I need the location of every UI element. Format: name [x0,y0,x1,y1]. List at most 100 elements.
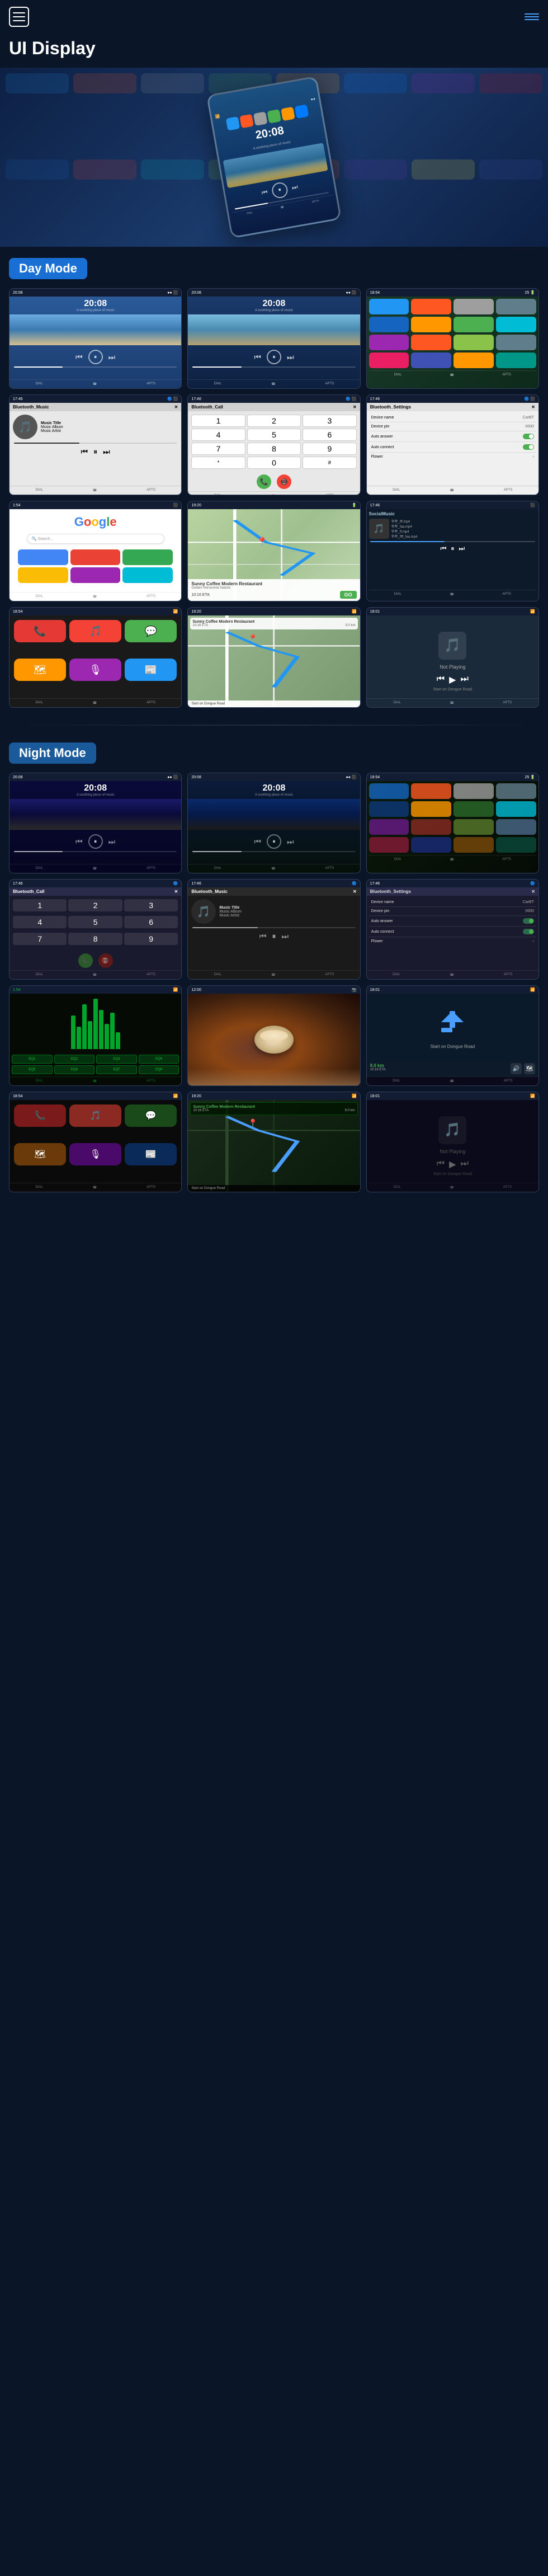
app-extra5[interactable] [411,352,451,368]
night-app-16[interactable] [496,837,536,853]
night-num-2[interactable]: 2 [68,899,122,911]
go-button[interactable]: GO [340,591,357,599]
night-apps-screen[interactable]: 18:5425 🔋 [366,773,539,873]
app-extra3[interactable] [496,335,536,350]
night-num-9[interactable]: 9 [124,933,178,945]
night-num-6[interactable]: 6 [124,916,178,928]
num-4[interactable]: 4 [191,429,245,441]
night-cp-news[interactable]: 📰 [125,1143,177,1165]
social-music-screen[interactable]: 17:46⬛ SocialMusic 🎵 华年_fff.mp4 华年_faa.m… [366,501,539,601]
np-play[interactable]: ▶ [449,674,456,685]
night-play-2[interactable]: ⏸ [267,834,281,849]
cp-app-2[interactable] [70,549,121,565]
night-music-1[interactable]: 20:08●● ⬛ 20:08 A soothing piece of musi… [9,773,182,873]
num-9[interactable]: 9 [303,443,356,455]
night-music-2[interactable]: 20:08●● ⬛ 20:08 A soothing piece of musi… [187,773,360,873]
night-bt-settings[interactable]: 17:46🔵 Bluetooth_Settings ✕ Device name … [366,879,539,980]
night-np-prev[interactable]: ⏮ [437,1159,445,1170]
bt-call-screen[interactable]: 17:46🔵 ⬛ Bluetooth_Call ✕ 1 2 3 4 5 6 [187,394,360,495]
call-btn[interactable]: 📞 [257,474,271,489]
app-phone[interactable] [453,317,494,332]
google-search[interactable]: 🔍 Search... [27,534,164,544]
night-np-next[interactable]: ⏭ [460,1159,468,1170]
bt-music-screen[interactable]: 17:46🔵 ⬛ Bluetooth_Music ✕ 🎵 Music Title… [9,394,182,495]
num-0[interactable]: 0 [247,457,301,469]
cp-messages[interactable]: 💬 [125,620,177,642]
cp-podcast[interactable]: 🎙 [69,659,121,681]
day-apps-screen[interactable]: 18:5425 🔋 [366,288,539,389]
app-bt[interactable] [369,317,409,332]
eq-visualizer-screen[interactable]: 1:54📶 [9,985,182,1086]
night-bt-play[interactable]: ⏸ [272,932,276,941]
night-app-3[interactable] [453,783,494,799]
night-next-1[interactable]: ⏭ [108,837,116,847]
night-num-8[interactable]: 8 [68,933,122,945]
night-prev-1[interactable]: ⏮ [75,837,83,847]
night-app-9[interactable] [369,819,409,835]
num-star[interactable]: * [191,457,245,469]
np-next[interactable]: ⏭ [460,674,468,685]
night-nav-btn-2[interactable]: 🗺 [524,1063,535,1074]
play-btn-2[interactable]: ⏸ [267,350,281,364]
nav-menu-icon[interactable] [525,13,539,20]
num-hash[interactable]: # [303,457,356,469]
social-song3[interactable]: 华年_ff.mp4 [391,529,418,534]
app-telegram[interactable] [369,299,409,314]
night-num-3[interactable]: 3 [124,899,178,911]
social-song2[interactable]: 华年_faa.mp4 [391,524,418,529]
social-song4[interactable]: 华年_ffff_faa.mp4 [391,534,418,539]
map-screen[interactable]: 19:20🔋 📍 Sunny Coffee [187,501,360,601]
night-play-1[interactable]: ⏸ [88,834,103,849]
app-music[interactable] [411,299,451,314]
night-np-play[interactable]: ▶ [449,1159,456,1170]
num-2[interactable]: 2 [247,415,301,427]
day-music-screen-1[interactable]: 20:08●● ⬛ 20:08 A soothing piece of musi… [9,288,182,389]
night-num-4[interactable]: 4 [13,916,67,928]
night-nav-screen[interactable]: 18:01📶 Start on Dongue Road [366,985,539,1086]
night-cp-maps[interactable]: 🗺 [14,1143,66,1165]
cp-app-3[interactable] [122,549,173,565]
night-cp-music[interactable]: 🎵 [69,1104,121,1127]
cp-music[interactable]: 🎵 [69,620,121,642]
night-app-14[interactable] [411,837,451,853]
prev-btn-2[interactable]: ⏮ [254,352,261,362]
night-app-5[interactable] [369,801,409,817]
night-app-8[interactable] [496,801,536,817]
night-prev-2[interactable]: ⏮ [254,837,261,847]
night-app-10[interactable] [411,819,451,835]
night-app-7[interactable] [453,801,494,817]
play-btn-1[interactable]: ⏸ [88,350,103,364]
app-extra6[interactable] [453,352,494,368]
night-app-6[interactable] [411,801,451,817]
app-extra7[interactable] [496,352,536,368]
night-map-screen[interactable]: 19:20📶 📍 Sunny Coffee Modern Restaurant … [187,1092,360,1192]
app-waze[interactable] [411,317,451,332]
eq-btn-5[interactable]: EQ5 [12,1065,53,1074]
num-6[interactable]: 6 [303,429,356,441]
num-1[interactable]: 1 [191,415,245,427]
app-extra[interactable] [496,317,536,332]
night-bt-call[interactable]: 17:46🔵 Bluetooth_Call ✕ 1 2 3 4 5 6 [9,879,182,980]
cp-app-6[interactable] [122,567,173,583]
cp-app-1[interactable] [18,549,68,565]
auto-connect-toggle[interactable] [523,444,534,450]
eq-btn-3[interactable]: EQ3 [96,1055,137,1064]
night-next-2[interactable]: ⏭ [287,837,294,847]
night-num-5[interactable]: 5 [68,916,122,928]
cp-app-5[interactable] [70,567,121,583]
bt-settings-screen[interactable]: 17:46🔵 ⬛ Bluetooth_Settings ✕ Device nam… [366,394,539,495]
night-auto-connect-toggle[interactable] [523,929,534,934]
auto-answer-toggle[interactable] [523,434,534,439]
night-app-12[interactable] [496,819,536,835]
app-netflix[interactable] [411,335,451,350]
prev-btn-1[interactable]: ⏮ [75,352,83,362]
bt-prev[interactable]: ⏮ [81,447,88,457]
next-btn-2[interactable]: ⏭ [287,352,294,362]
night-app-1[interactable] [369,783,409,799]
eq-btn-7[interactable]: EQ7 [96,1065,137,1074]
night-bt-music[interactable]: 17:46🔵 Bluetooth_Music ✕ 🎵 Music Title M… [187,879,360,980]
app-extra2[interactable] [453,335,494,350]
night-num-7[interactable]: 7 [13,933,67,945]
cp-app-4[interactable] [18,567,68,583]
day-music-screen-2[interactable]: 20:08●● ⬛ 20:08 A soothing piece of musi… [187,288,360,389]
